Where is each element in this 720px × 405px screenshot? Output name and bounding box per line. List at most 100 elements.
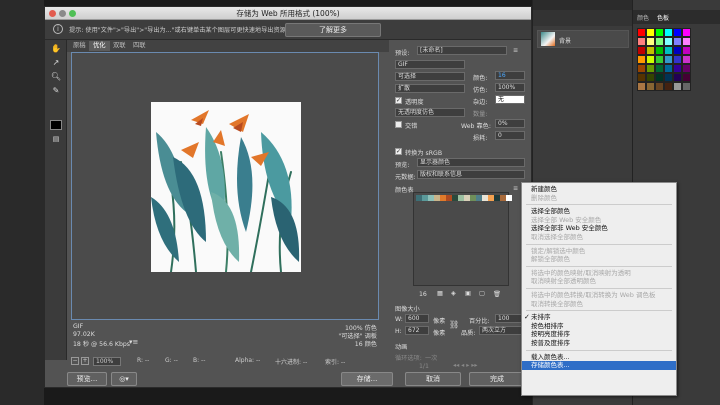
swatch[interactable] — [655, 82, 664, 91]
color-table[interactable] — [413, 192, 512, 286]
width-input[interactable]: 600 — [405, 314, 429, 323]
swatch[interactable] — [682, 55, 691, 64]
swatch[interactable] — [655, 28, 664, 37]
tab-4up[interactable]: 四联 — [129, 41, 150, 51]
map-transparent-icon[interactable]: ▦ — [437, 290, 443, 297]
menu-item[interactable]: 取消选择全部颜色 — [522, 233, 676, 242]
swatch[interactable] — [673, 64, 682, 73]
swatch[interactable] — [682, 64, 691, 73]
learn-more-button[interactable]: 了解更多 — [285, 23, 381, 37]
swatch[interactable] — [664, 28, 673, 37]
swatch[interactable] — [655, 64, 664, 73]
swatch[interactable] — [637, 46, 646, 55]
swatch[interactable] — [646, 28, 655, 37]
swatch[interactable] — [637, 28, 646, 37]
swatch[interactable] — [682, 37, 691, 46]
swatch[interactable] — [673, 37, 682, 46]
transparency-dither-select[interactable]: 无透明度仿色 — [395, 108, 465, 117]
swatch[interactable] — [646, 46, 655, 55]
eyedropper-icon[interactable]: ✎ — [50, 86, 62, 96]
menu-item[interactable]: 取消映射全部透明颜色 — [522, 277, 676, 286]
menu-item[interactable]: 按普及度排序 — [522, 339, 676, 348]
color-table-menu-icon[interactable]: ≡ — [513, 185, 518, 192]
dither-algorithm-select[interactable]: 扩散 — [395, 84, 465, 93]
swatch[interactable] — [673, 55, 682, 64]
swatch[interactable] — [664, 64, 673, 73]
delete-color-icon[interactable]: 🗑︎ — [493, 290, 501, 298]
menu-item[interactable]: 取消转换全部颜色 — [522, 300, 676, 309]
web-snap-input[interactable]: 0% — [495, 119, 525, 128]
done-button[interactable]: 完成 — [469, 372, 525, 386]
swatch[interactable] — [646, 37, 655, 46]
swatch[interactable] — [637, 37, 646, 46]
swatch[interactable] — [673, 73, 682, 82]
swatch[interactable] — [682, 73, 691, 82]
swatch[interactable] — [655, 46, 664, 55]
quality-select[interactable]: 两次立方 — [479, 326, 525, 335]
menu-item[interactable]: 存储颜色表... — [522, 361, 676, 371]
swatch[interactable] — [664, 46, 673, 55]
swatch[interactable] — [646, 55, 655, 64]
swatch-grid[interactable] — [637, 28, 691, 110]
preview-color-select[interactable]: 显示器颜色 — [417, 158, 525, 167]
format-select[interactable]: GIF — [395, 60, 465, 69]
preview-button[interactable]: 预览... — [67, 372, 107, 386]
tab-swatches[interactable]: 色板 — [657, 13, 669, 22]
slice-select-icon[interactable]: ↗ — [50, 58, 62, 68]
tab-optimized[interactable]: 优化 — [89, 41, 110, 51]
browser-preview-button[interactable]: ◎▾ — [111, 372, 137, 386]
swatch[interactable] — [673, 82, 682, 91]
preview-area[interactable] — [71, 52, 379, 320]
convert-srgb-checkbox[interactable]: ✓ — [395, 148, 402, 155]
new-color-icon[interactable]: ▢ — [479, 290, 485, 297]
swatch[interactable] — [655, 37, 664, 46]
height-input[interactable]: 672 — [405, 326, 429, 335]
tab-color[interactable]: 颜色 — [637, 13, 649, 22]
swatch[interactable] — [673, 28, 682, 37]
lossy-input[interactable]: 0 — [495, 131, 525, 140]
link-chain-icon[interactable]: ⛓ — [449, 320, 459, 329]
swatch[interactable] — [664, 55, 673, 64]
cancel-button[interactable]: 取消 — [405, 372, 461, 386]
tab-2up[interactable]: 双联 — [109, 41, 130, 51]
tab-original[interactable]: 原稿 — [69, 41, 90, 51]
swatch[interactable] — [664, 37, 673, 46]
zoom-select[interactable]: 100% — [93, 357, 121, 366]
interlaced-checkbox[interactable] — [395, 121, 402, 128]
zoom-tool-icon[interactable]: 🔍︎ — [50, 72, 62, 82]
swatch[interactable] — [637, 73, 646, 82]
swatch[interactable] — [655, 73, 664, 82]
swatch[interactable] — [655, 55, 664, 64]
swatch[interactable] — [682, 82, 691, 91]
colors-input[interactable]: 16 — [495, 71, 525, 80]
matte-select[interactable]: 无 — [495, 95, 525, 104]
color-swatch[interactable] — [506, 195, 512, 201]
transparency-checkbox[interactable]: ✓ — [395, 97, 402, 104]
swatch[interactable] — [664, 82, 673, 91]
zoom-in-icon[interactable]: + — [81, 357, 89, 365]
swatch[interactable] — [673, 46, 682, 55]
swatch[interactable] — [646, 82, 655, 91]
dither-input[interactable]: 100% — [495, 83, 525, 92]
swatch[interactable] — [637, 55, 646, 64]
swatch[interactable] — [637, 82, 646, 91]
menu-item[interactable]: 解锁全部颜色 — [522, 255, 676, 264]
toggle-slices-icon[interactable]: ▤ — [50, 134, 62, 144]
download-speed-menu-icon[interactable]: ▾≡ — [129, 338, 138, 346]
eyedropper-color-swatch[interactable] — [50, 120, 62, 130]
swatch[interactable] — [637, 64, 646, 73]
swatch[interactable] — [682, 28, 691, 37]
optimize-menu-icon[interactable]: ≡ — [513, 47, 518, 54]
swatch[interactable] — [664, 73, 673, 82]
reduction-select[interactable]: 可选择 — [395, 72, 465, 81]
swatch[interactable] — [646, 73, 655, 82]
swatch[interactable] — [682, 46, 691, 55]
lock-color-icon[interactable]: ▣ — [465, 290, 471, 297]
hand-tool-icon[interactable]: ✋ — [50, 44, 62, 54]
web-shift-icon[interactable]: ◈ — [451, 290, 456, 297]
save-button[interactable]: 存储... — [341, 372, 393, 386]
preset-select[interactable]: [未命名] — [417, 46, 507, 55]
metadata-select[interactable]: 版权和联系信息 — [417, 170, 525, 179]
menu-item[interactable]: 删除颜色 — [522, 194, 676, 203]
zoom-out-icon[interactable]: − — [71, 357, 79, 365]
